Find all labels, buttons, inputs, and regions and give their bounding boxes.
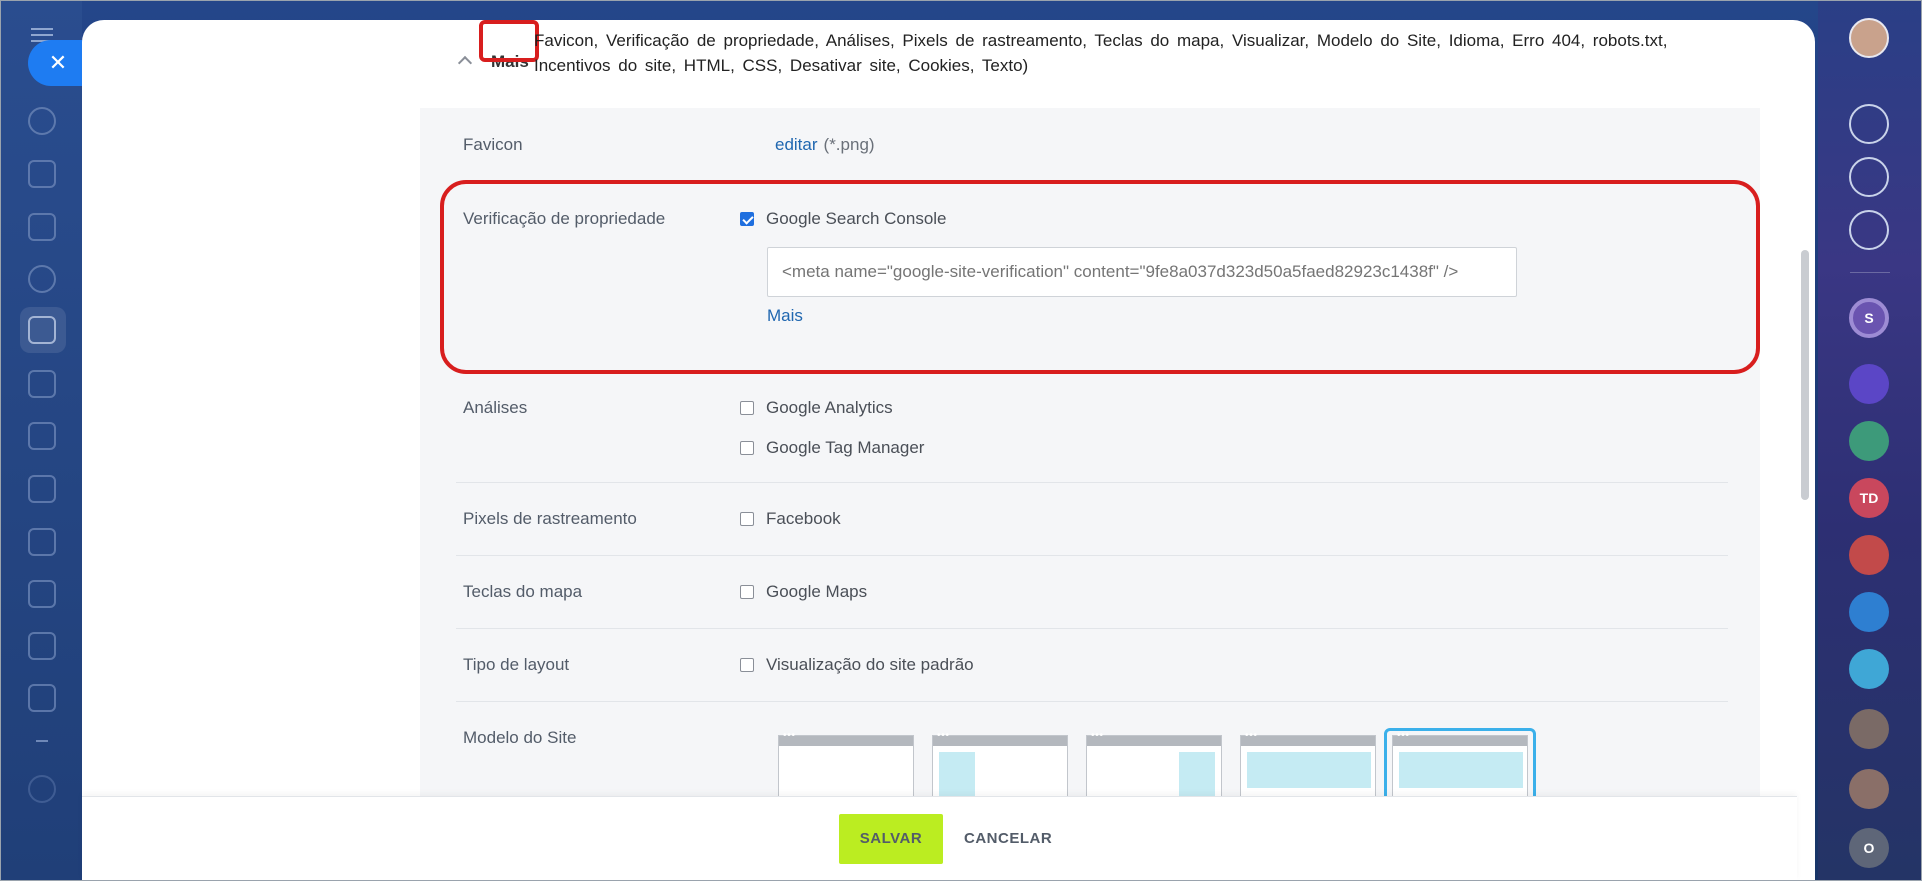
site-template-option-4[interactable] — [1240, 730, 1376, 805]
favicon-label: Favicon — [463, 135, 523, 154]
avatar-s[interactable]: S — [1849, 298, 1889, 338]
row-divider — [456, 482, 1728, 483]
site-template-option-1[interactable] — [778, 730, 914, 805]
box-icon[interactable] — [28, 528, 56, 556]
gtm-checkbox-field[interactable]: Google Tag Manager — [740, 438, 924, 458]
user-avatar[interactable] — [1849, 18, 1889, 58]
gtm-checkbox[interactable] — [740, 441, 754, 455]
left-sidebar — [0, 0, 82, 881]
contact-avatar-2[interactable] — [1849, 769, 1889, 809]
default-view-checkbox-field[interactable]: Visualização do site padrão — [740, 655, 974, 675]
row-divider — [456, 555, 1728, 556]
default-view-label: Visualização do site padrão — [766, 655, 974, 674]
cancel-button[interactable]: CANCELAR — [964, 830, 1052, 847]
target-icon[interactable] — [1849, 157, 1889, 197]
right-sidebar: S TD O — [1818, 0, 1922, 881]
facebook-label: Facebook — [766, 509, 841, 528]
google-maps-checkbox[interactable] — [740, 585, 754, 599]
close-icon: ✕ — [48, 50, 68, 75]
group-icon[interactable] — [1849, 421, 1889, 461]
template-window-bar — [933, 730, 1067, 746]
template-window-bar — [779, 730, 913, 746]
bell-icon[interactable] — [1849, 104, 1889, 144]
group-red-icon[interactable] — [1849, 535, 1889, 575]
template-header-block — [1247, 752, 1371, 788]
site-template-option-2[interactable] — [932, 730, 1068, 806]
facebook-checkbox-field[interactable]: Facebook — [740, 509, 841, 529]
layout-type-label: Tipo de layout — [463, 655, 570, 674]
warehouse-icon[interactable] — [28, 580, 56, 608]
card-icon[interactable] — [28, 370, 56, 398]
save-button[interactable]: SALVAR — [839, 814, 943, 864]
sections-list: Favicon, Verificação de propriedade, Aná… — [534, 31, 1668, 75]
tasks-icon[interactable] — [28, 160, 56, 188]
favicon-edit-link[interactable]: editar — [775, 135, 818, 155]
ga-checkbox[interactable] — [740, 401, 754, 415]
ga-checkbox-field[interactable]: Google Analytics — [740, 398, 893, 418]
close-slider-button[interactable]: ✕ — [28, 40, 84, 86]
google-maps-checkbox-field[interactable]: Google Maps — [740, 582, 867, 602]
scrollbar[interactable] — [1801, 250, 1809, 500]
settings-content — [420, 20, 1760, 800]
row-divider — [456, 701, 1728, 702]
gear-icon[interactable] — [28, 775, 56, 803]
message-icon[interactable] — [1849, 649, 1889, 689]
sidebar-divider — [36, 740, 48, 742]
robot-icon[interactable] — [28, 475, 56, 503]
template-window-bar — [1241, 730, 1375, 746]
ga-label: Google Analytics — [766, 398, 893, 417]
favicon-field: editar (*.png) — [775, 135, 875, 155]
row-divider — [456, 628, 1728, 629]
google-maps-label: Google Maps — [766, 582, 868, 601]
analytics-label: Análises — [463, 398, 528, 417]
bar-chart-icon[interactable] — [28, 422, 56, 450]
toggle-highlight-box — [479, 20, 539, 62]
target-icon[interactable] — [28, 265, 56, 293]
favicon-hint: (*.png) — [823, 135, 875, 154]
filter-icon[interactable] — [28, 213, 56, 241]
site-template-option-3[interactable] — [1086, 730, 1222, 806]
sitemap-icon[interactable] — [28, 107, 56, 135]
right-rail-divider — [1850, 272, 1890, 273]
document-edit-icon[interactable] — [28, 684, 56, 712]
task-icon[interactable] — [1849, 592, 1889, 632]
facebook-checkbox[interactable] — [740, 512, 754, 526]
site-template-label: Modelo do Site — [463, 728, 577, 747]
contact-avatar-1[interactable] — [1849, 709, 1889, 749]
map-keys-label: Teclas do mapa — [463, 582, 583, 601]
avatar-o[interactable]: O — [1849, 828, 1889, 868]
template-window-bar — [1087, 730, 1221, 746]
verification-highlight-box — [440, 180, 1760, 374]
default-view-checkbox[interactable] — [740, 658, 754, 672]
sync-icon[interactable] — [1849, 210, 1889, 250]
cart-icon[interactable] — [28, 316, 56, 344]
avatar-td[interactable]: TD — [1849, 478, 1889, 518]
pixels-label: Pixels de rastreamento — [463, 509, 637, 528]
chat-icon[interactable] — [1849, 364, 1889, 404]
pen-icon[interactable] — [28, 632, 56, 660]
gtm-label: Google Tag Manager — [766, 438, 925, 457]
